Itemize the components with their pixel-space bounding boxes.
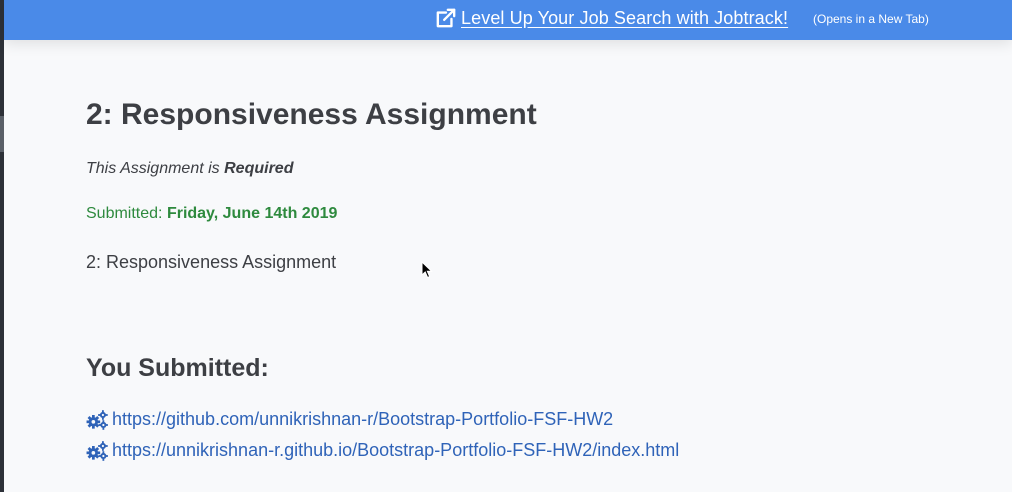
promo-banner: Level Up Your Job Search with Jobtrack! … — [4, 0, 1012, 40]
requirement-line: This Assignment is Required — [86, 160, 293, 178]
github-pages-link[interactable]: https://unnikrishnan-r.github.io/Bootstr… — [112, 440, 679, 461]
submission-link-row: https://github.com/unnikrishnan-r/Bootst… — [86, 409, 613, 430]
jobtrack-link[interactable]: Level Up Your Job Search with Jobtrack! — [435, 6, 788, 30]
left-edge-highlight — [0, 116, 4, 152]
requirement-value: Required — [224, 160, 294, 177]
external-link-icon — [436, 8, 456, 28]
gears-icon — [86, 409, 108, 430]
submitted-prefix: Submitted: — [86, 205, 163, 222]
page: Level Up Your Job Search with Jobtrack! … — [0, 0, 1012, 492]
jobtrack-link-label: Level Up Your Job Search with Jobtrack! — [461, 7, 789, 28]
mouse-pointer-icon — [421, 261, 433, 279]
submitted-line: Submitted: Friday, June 14th 2019 — [86, 205, 337, 223]
submitted-date: Friday, June 14th 2019 — [166, 205, 338, 222]
assignment-title: 2: Responsiveness Assignment — [86, 98, 537, 131]
github-repo-link[interactable]: https://github.com/unnikrishnan-r/Bootst… — [112, 409, 613, 430]
assignment-description: 2: Responsiveness Assignment — [86, 252, 337, 272]
gears-icon — [86, 440, 108, 461]
submission-link-row: https://unnikrishnan-r.github.io/Bootstr… — [86, 440, 679, 461]
requirement-prefix: This Assignment is — [86, 160, 220, 177]
left-window-edge — [0, 0, 4, 492]
you-submitted-heading: You Submitted: — [86, 354, 269, 382]
new-tab-note: (Opens in a New Tab) — [813, 12, 929, 26]
